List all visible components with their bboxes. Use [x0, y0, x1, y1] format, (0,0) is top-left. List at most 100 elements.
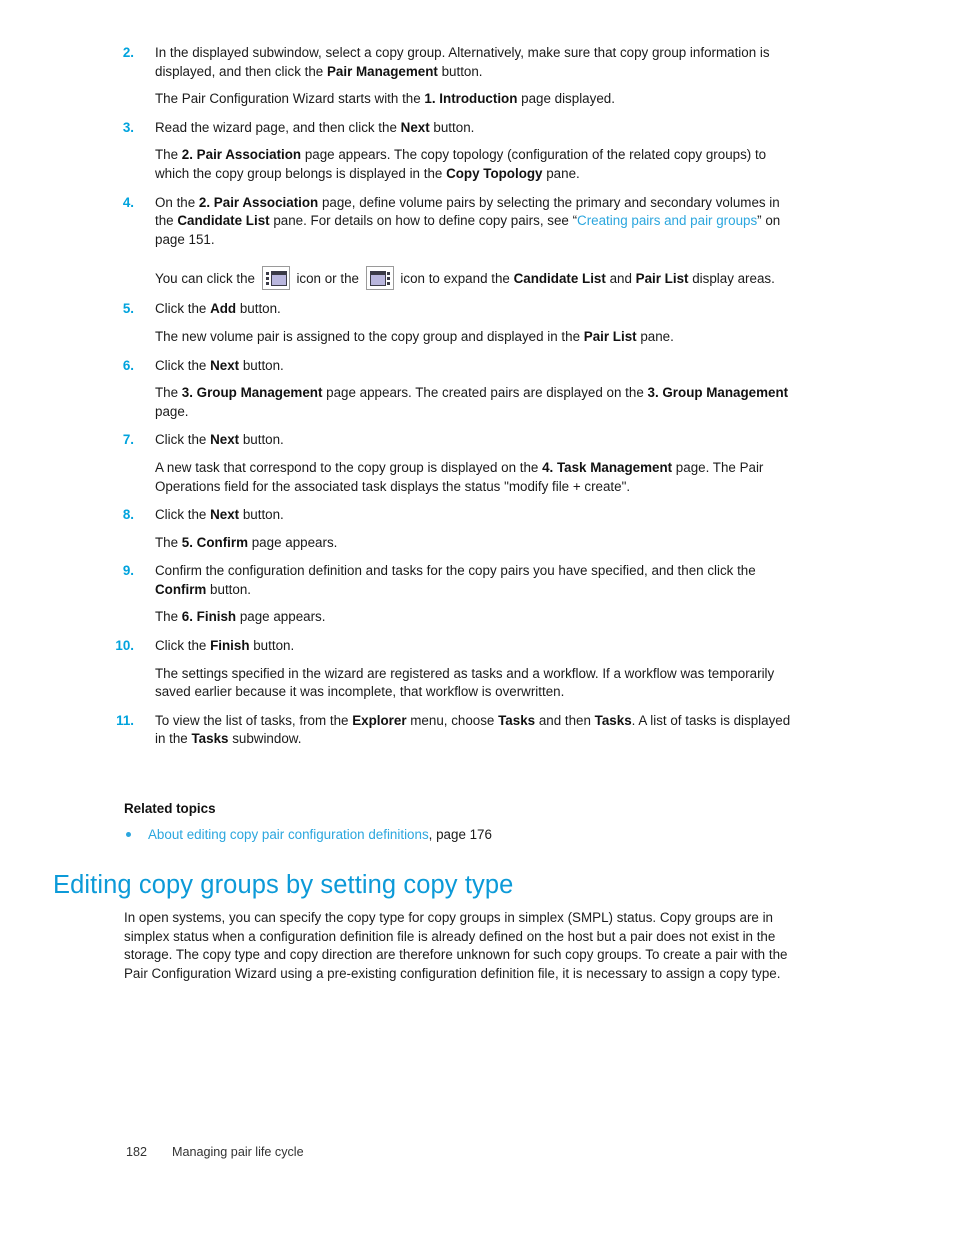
related-topics-list: About editing copy pair configuration de… — [0, 826, 954, 845]
ui-term-task-management: 4. Task Management — [542, 459, 673, 475]
result-text-pre: A new task that correspond to the copy g… — [155, 459, 543, 475]
icon-note-text-4: and — [605, 271, 636, 287]
step-text-pre: Confirm the configuration definition and… — [155, 563, 756, 579]
ui-term-introduction: 1. Introduction — [424, 91, 518, 107]
step-number: 9. — [122, 563, 134, 579]
ui-term-pair-management: Pair Management — [326, 63, 438, 79]
icon-note-text-2: icon or the — [292, 271, 363, 287]
step-text-pre: Read the wizard page, and then click the — [155, 119, 401, 135]
procedure-step-10: 10. Click the Finish button. — [0, 637, 954, 656]
step-text: In the displayed subwindow, select a cop… — [155, 44, 800, 81]
expand-right-icon-dots — [386, 272, 390, 287]
procedure-step-7: 7. Click the Next button. — [0, 431, 954, 450]
procedure-step-11: 11. To view the list of tasks, from the … — [0, 712, 954, 749]
step-text-post: button. — [239, 357, 284, 373]
step-text: Click the Next button. — [155, 506, 800, 525]
expand-left-icon-window — [270, 271, 287, 287]
ui-term-group-management-2: 3. Group Management — [647, 385, 789, 401]
bullet-icon — [126, 832, 131, 837]
footer-page-number: 182 — [126, 1145, 148, 1159]
procedure-step-4: 4. On the 2. Pair Association page, defi… — [0, 194, 954, 250]
step-number: 10. — [115, 638, 134, 654]
result-text-post: page appears. — [248, 534, 338, 550]
step-text: On the 2. Pair Association page, define … — [155, 194, 800, 250]
related-topic-page-ref: , page 176 — [428, 827, 492, 842]
step-text: Confirm the configuration definition and… — [155, 562, 800, 599]
step-number: 6. — [122, 357, 134, 373]
procedure-step-4-icon-note: You can click the icon or the icon to ex… — [0, 266, 954, 291]
procedure-step-5-result: The new volume pair is assigned to the c… — [0, 328, 954, 347]
expand-right-icon[interactable] — [365, 266, 394, 291]
step-text: Click the Finish button. — [155, 637, 800, 656]
step-number: 8. — [122, 507, 134, 523]
step-text-post: button. — [249, 638, 295, 654]
step-number: 4. — [122, 194, 134, 210]
ui-term-tasks-submenu: Tasks — [594, 712, 632, 728]
ui-term-tasks-subwindow: Tasks — [191, 731, 229, 747]
icon-note-text-3: icon to expand the — [396, 271, 514, 287]
result-text-post: page displayed. — [517, 91, 615, 107]
ui-term-next: Next — [210, 357, 240, 373]
procedure-step-10-result: The settings specified in the wizard are… — [155, 665, 775, 700]
result-text-post: page appears. — [236, 609, 326, 625]
procedure-step-6-result: The 3. Group Management page appears. Th… — [0, 384, 954, 421]
document-page: 2. In the displayed subwindow, select a … — [0, 0, 954, 1235]
step-text: Click the Next button. — [155, 431, 800, 450]
procedure-step-8-result: The 5. Confirm page appears. — [0, 534, 954, 553]
procedure-step-2-result: The Pair Configuration Wizard starts wit… — [0, 90, 954, 109]
step-text-pre: Click the — [155, 638, 211, 654]
procedure-step-9-result: The 6. Finish page appears. — [0, 608, 954, 627]
result-text-pre: The — [155, 609, 182, 625]
ui-term-next: Next — [210, 432, 240, 448]
procedure-step-list: 2. In the displayed subwindow, select a … — [0, 44, 954, 749]
page-title: Editing copy groups by setting copy type — [53, 871, 514, 899]
result-text-pre: The — [155, 147, 182, 163]
procedure-step-5: 5. Click the Add button. — [0, 300, 954, 319]
step-number: 5. — [122, 301, 134, 317]
ui-term-pair-list: Pair List — [583, 328, 637, 344]
ui-term-pair-list: Pair List — [635, 271, 689, 287]
step-text-1: On the — [155, 194, 199, 210]
step-text-post: button. — [429, 119, 475, 135]
ui-term-finish-page: 6. Finish — [181, 609, 237, 625]
result-text-pre: The — [155, 534, 182, 550]
procedure-step-3-result: The 2. Pair Association page appears. Th… — [0, 146, 954, 183]
icon-note-text-5: display areas. — [688, 271, 775, 287]
footer-chapter-title: Managing pair life cycle — [172, 1145, 304, 1159]
ui-term-tasks-menu: Tasks — [498, 712, 536, 728]
ui-term-candidate-list: Candidate List — [513, 271, 606, 287]
ui-term-pair-association: 2. Pair Association — [181, 147, 302, 163]
section-intro-paragraph: In open systems, you can specify the cop… — [124, 910, 788, 981]
related-topic-link[interactable]: About editing copy pair configuration de… — [148, 827, 429, 842]
step-number: 2. — [122, 45, 134, 60]
step-text-1: To view the list of tasks, from the — [155, 712, 353, 728]
step-number: 3. — [122, 119, 134, 135]
step-text: Read the wizard page, and then click the… — [155, 119, 800, 138]
ui-term-group-management: 3. Group Management — [181, 385, 323, 401]
step-text-3: pane. For details on how to define copy … — [269, 213, 578, 229]
step-text: Click the Add button. — [155, 300, 800, 319]
ui-term-confirm-page: 5. Confirm — [181, 534, 249, 550]
step-number: 7. — [122, 432, 134, 448]
list-item: About editing copy pair configuration de… — [0, 826, 954, 845]
cross-reference-link-creating-pairs[interactable]: Creating pairs and pair groups — [577, 213, 757, 228]
ui-term-next: Next — [210, 507, 240, 523]
ui-term-copy-topology: Copy Topology — [446, 165, 543, 181]
step-text-pre: Click the — [155, 301, 211, 317]
result-text-mid: page appears. The created pairs are disp… — [322, 385, 648, 401]
step-text-post: button. — [239, 507, 284, 523]
expand-left-icon[interactable] — [261, 266, 290, 291]
procedure-step-6: 6. Click the Next button. — [0, 357, 954, 376]
step-text: To view the list of tasks, from the Expl… — [155, 712, 800, 749]
procedure-step-9: 9. Confirm the configuration definition … — [0, 562, 954, 599]
procedure-step-7-result: A new task that correspond to the copy g… — [0, 459, 954, 496]
step-text-pre: Click the — [155, 357, 211, 373]
related-topics-heading: Related topics — [124, 801, 216, 816]
